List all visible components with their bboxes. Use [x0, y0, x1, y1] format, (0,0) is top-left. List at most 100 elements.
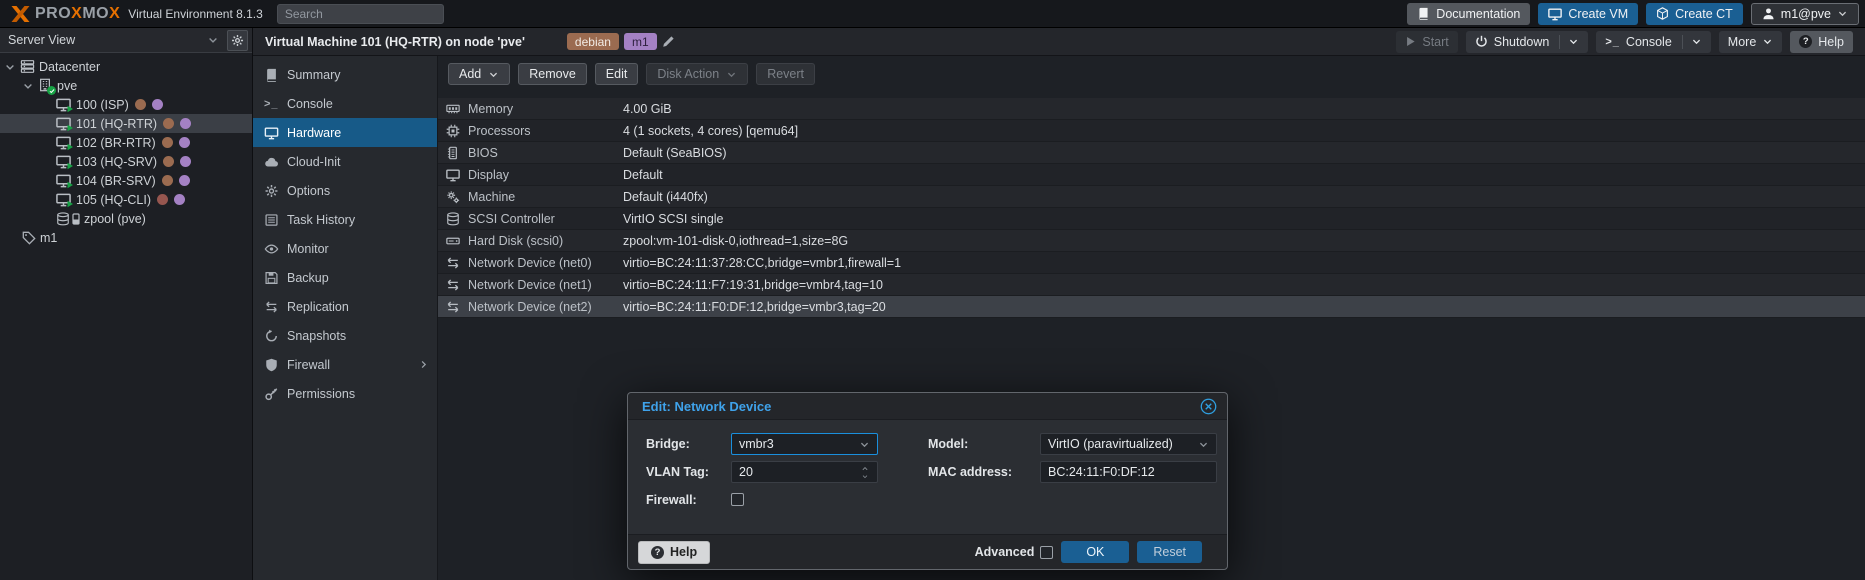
resource-tree: Datacenter pve 100 (ISP) 101 (HQ-RTR) 10…	[0, 53, 252, 247]
tree-item-vm-105[interactable]: 105 (HQ-CLI)	[0, 190, 252, 209]
advanced-checkbox[interactable]	[1040, 546, 1053, 559]
history-icon	[264, 329, 279, 343]
row-network-net1[interactable]: Network Device (net1)virtio=BC:24:11:F7:…	[438, 274, 1865, 296]
tag-icon	[22, 231, 36, 245]
tab-hardware[interactable]: Hardware	[253, 118, 437, 147]
edit-button[interactable]: Edit	[595, 63, 639, 85]
start-button[interactable]: Start	[1396, 31, 1457, 53]
row-processors[interactable]: Processors4 (1 sockets, 4 cores) [qemu64…	[438, 120, 1865, 142]
vm-header: Virtual Machine 101 (HQ-RTR) on node 'pv…	[253, 28, 1865, 56]
cloud-icon	[264, 155, 279, 169]
model-combo[interactable]	[1040, 433, 1217, 455]
view-selector[interactable]: Server View	[0, 28, 252, 53]
mac-address-input[interactable]	[1048, 465, 1209, 479]
firewall-checkbox[interactable]	[731, 493, 744, 506]
play-icon	[66, 200, 74, 208]
vlan-tag-input[interactable]	[739, 465, 860, 479]
tree-item-vm-102[interactable]: 102 (BR-RTR)	[0, 133, 252, 152]
tree-item-vm-104[interactable]: 104 (BR-SRV)	[0, 171, 252, 190]
create-vm-button[interactable]: Create VM	[1538, 3, 1638, 25]
ok-button[interactable]: OK	[1061, 541, 1129, 563]
caret-down-icon[interactable]	[860, 473, 870, 480]
add-button[interactable]: Add	[448, 63, 510, 85]
edit-network-device-dialog: Edit: Network Device Bridge: Model: VLAN…	[627, 392, 1228, 570]
tag-dot-m1	[180, 156, 191, 167]
tab-monitor[interactable]: Monitor	[253, 234, 437, 263]
tab-cloud-init[interactable]: Cloud-Init	[253, 147, 437, 176]
firewall-label: Firewall:	[646, 489, 697, 511]
disk-action-button[interactable]: Disk Action	[646, 63, 748, 85]
sidebar: Server View Datacenter pve 100 (ISP) 101…	[0, 28, 253, 580]
reset-button[interactable]: Reset	[1137, 541, 1202, 563]
tab-firewall[interactable]: Firewall	[253, 350, 437, 379]
tag-dot-debian	[163, 156, 174, 167]
tab-options[interactable]: Options	[253, 176, 437, 205]
bridge-combo[interactable]	[731, 433, 878, 455]
row-machine[interactable]: MachineDefault (i440fx)	[438, 186, 1865, 208]
model-input[interactable]	[1048, 437, 1198, 451]
monitor-icon	[1548, 7, 1562, 21]
dialog-help-button[interactable]: ?Help	[638, 541, 710, 564]
row-network-net2[interactable]: Network Device (net2)virtio=BC:24:11:F0:…	[438, 296, 1865, 318]
tree-settings-button[interactable]	[227, 30, 248, 51]
shutdown-button[interactable]: Shutdown	[1466, 31, 1589, 53]
tree-item-tag-m1[interactable]: m1	[0, 228, 252, 247]
tree-item-vm-103[interactable]: 103 (HQ-SRV)	[0, 152, 252, 171]
chevron-right-icon	[418, 359, 429, 370]
shield-icon	[264, 358, 279, 372]
storage-icon	[446, 212, 460, 226]
vm-running-icon	[56, 135, 72, 150]
caret-up-icon[interactable]	[860, 465, 870, 472]
play-icon	[66, 124, 74, 132]
user-menu-button[interactable]: m1@pve	[1751, 3, 1859, 25]
documentation-button[interactable]: Documentation	[1407, 3, 1530, 25]
tab-console[interactable]: >_Console	[253, 89, 437, 118]
tab-replication[interactable]: Replication	[253, 292, 437, 321]
chevron-down-icon[interactable]	[1198, 439, 1209, 450]
console-button[interactable]: >_Console	[1596, 31, 1710, 53]
bridge-input[interactable]	[739, 437, 859, 451]
eye-icon	[264, 242, 279, 256]
tree-item-node-pve[interactable]: pve	[0, 76, 252, 95]
more-button[interactable]: More	[1719, 31, 1782, 53]
tree-item-vm-100[interactable]: 100 (ISP)	[0, 95, 252, 114]
play-icon	[66, 181, 74, 189]
vm-running-icon	[56, 97, 72, 112]
vlan-tag-label: VLAN Tag:	[646, 461, 709, 483]
row-memory[interactable]: Memory4.00 GiB	[438, 98, 1865, 120]
question-icon: ?	[651, 546, 664, 559]
chevron-down-icon[interactable]	[4, 61, 16, 73]
row-network-net0[interactable]: Network Device (net0)virtio=BC:24:11:37:…	[438, 252, 1865, 274]
tab-snapshots[interactable]: Snapshots	[253, 321, 437, 350]
create-ct-button[interactable]: Create CT	[1646, 3, 1743, 25]
storage-usage-icon	[72, 213, 80, 225]
datacenter-icon	[20, 59, 35, 74]
tag-dot-debian	[162, 137, 173, 148]
tab-permissions[interactable]: Permissions	[253, 379, 437, 408]
chevron-down-icon[interactable]	[22, 80, 34, 92]
close-icon[interactable]	[1200, 398, 1217, 415]
row-hard-disk-scsi0[interactable]: Hard Disk (scsi0)zpool:vm-101-disk-0,iot…	[438, 230, 1865, 252]
dialog-header[interactable]: Edit: Network Device	[628, 393, 1227, 420]
vlan-tag-spinner[interactable]	[731, 461, 878, 483]
tree-item-storage-zpool[interactable]: zpool (pve)	[0, 209, 252, 228]
tree-item-datacenter[interactable]: Datacenter	[0, 57, 252, 76]
chevron-down-icon[interactable]	[1568, 36, 1579, 47]
tab-task-history[interactable]: Task History	[253, 205, 437, 234]
mac-address-field[interactable]	[1040, 461, 1217, 483]
row-display[interactable]: DisplayDefault	[438, 164, 1865, 186]
list-icon	[264, 213, 279, 227]
row-scsi-controller[interactable]: SCSI ControllerVirtIO SCSI single	[438, 208, 1865, 230]
chevron-down-icon[interactable]	[1691, 36, 1702, 47]
chevron-down-icon[interactable]	[859, 439, 870, 450]
revert-button[interactable]: Revert	[756, 63, 815, 85]
edit-tags-pencil-icon[interactable]	[662, 35, 675, 48]
spinner-buttons[interactable]	[860, 465, 870, 480]
tab-summary[interactable]: Summary	[253, 60, 437, 89]
remove-button[interactable]: Remove	[518, 63, 587, 85]
tab-backup[interactable]: Backup	[253, 263, 437, 292]
row-bios[interactable]: BIOSDefault (SeaBIOS)	[438, 142, 1865, 164]
help-button[interactable]: ?Help	[1790, 31, 1853, 53]
search-input[interactable]	[277, 4, 444, 24]
tree-item-vm-101[interactable]: 101 (HQ-RTR)	[0, 114, 252, 133]
